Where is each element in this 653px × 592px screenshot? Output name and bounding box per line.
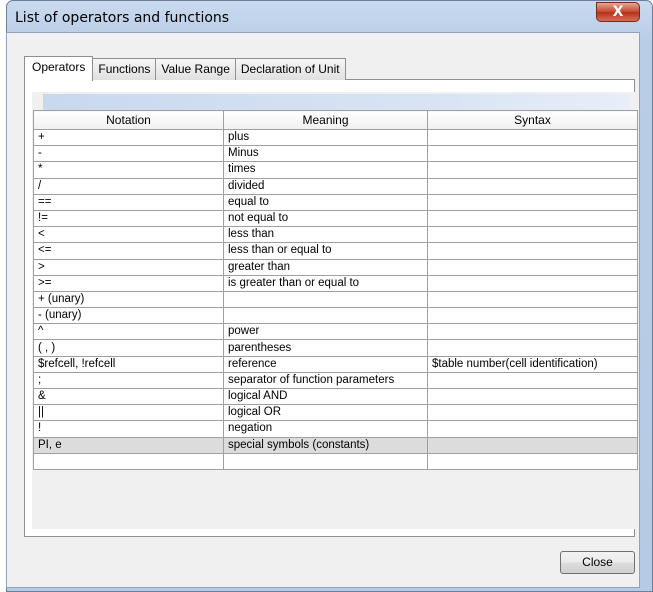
cell-syntax — [427, 387, 638, 406]
tab-declaration-of-unit[interactable]: Declaration of Unit — [234, 58, 346, 80]
cell-meaning: parentheses — [223, 339, 428, 357]
cell-meaning: times — [223, 161, 428, 179]
cell-notation: <= — [33, 242, 224, 260]
cell-notation: $refcell, !refcell — [33, 355, 224, 373]
window-title: List of operators and functions — [15, 10, 230, 26]
cell-syntax — [427, 145, 638, 163]
cell-notation: || — [33, 404, 224, 422]
cell-notation: + (unary) — [33, 290, 224, 309]
column-header-syntax[interactable]: Syntax — [427, 110, 638, 130]
column-header-meaning[interactable]: Meaning — [223, 110, 428, 130]
table-row[interactable]: - (unary) — [33, 307, 638, 325]
table-row[interactable]: + (unary) — [33, 290, 638, 309]
cell-meaning: logical AND — [223, 387, 428, 406]
table-row[interactable]: != not equal to — [33, 209, 638, 228]
cell-syntax: $table number(cell identification) — [427, 355, 638, 373]
close-window-button[interactable]: X — [596, 2, 640, 22]
cell-notation: != — [33, 209, 224, 228]
cell-syntax — [427, 290, 638, 309]
table-row[interactable]: == equal to — [33, 193, 638, 211]
cell-syntax — [427, 436, 638, 454]
table-header-row: Notation Meaning Syntax — [33, 110, 638, 130]
cell-syntax — [427, 161, 638, 179]
table-row[interactable]: || logical OR — [33, 404, 638, 422]
cell-syntax — [427, 128, 638, 147]
cell-meaning: less than or equal to — [223, 242, 428, 260]
cell-syntax — [427, 193, 638, 211]
table-row[interactable]: / divided — [33, 177, 638, 195]
cell-meaning: special symbols (constants) — [223, 436, 428, 454]
table-row[interactable]: ( , ) parentheses — [33, 339, 638, 357]
table-row[interactable] — [33, 452, 638, 470]
table-row[interactable]: >= is greater than or equal to — [33, 274, 638, 292]
cell-notation: == — [33, 193, 224, 211]
cell-syntax — [427, 339, 638, 357]
cell-meaning: separator of function parameters — [223, 371, 428, 390]
cell-syntax — [427, 371, 638, 390]
cell-meaning: logical OR — [223, 404, 428, 422]
cell-meaning: Minus — [223, 145, 428, 163]
cell-syntax — [427, 177, 638, 195]
table-row[interactable]: - Minus — [33, 145, 638, 163]
grid-header-band — [43, 94, 629, 110]
column-header-notation[interactable]: Notation — [33, 110, 224, 130]
cell-notation: * — [33, 161, 224, 179]
cell-syntax — [427, 226, 638, 244]
cell-notation: + — [33, 128, 224, 147]
tab-value-range[interactable]: Value Range — [155, 58, 236, 80]
cell-notation: >= — [33, 274, 224, 292]
cell-syntax — [427, 307, 638, 325]
table-row[interactable]: ^ power — [33, 323, 638, 341]
cell-meaning: power — [223, 323, 428, 341]
cell-meaning: not equal to — [223, 209, 428, 228]
cell-syntax — [427, 452, 638, 470]
cell-meaning — [223, 307, 428, 325]
cell-meaning: is greater than or equal to — [223, 274, 428, 292]
cell-meaning: plus — [223, 128, 428, 147]
cell-notation: ( , ) — [33, 339, 224, 357]
tab-operators[interactable]: Operators — [24, 56, 94, 81]
cell-syntax — [427, 404, 638, 422]
cell-syntax — [427, 258, 638, 276]
cell-notation: < — [33, 226, 224, 244]
table-body: + plus - Minus * times / divided == equal to != not… — [33, 128, 638, 470]
table-row[interactable]: > greater than — [33, 258, 638, 276]
cell-meaning: less than — [223, 226, 428, 244]
cell-notation: > — [33, 258, 224, 276]
cell-meaning: reference — [223, 355, 428, 373]
cell-notation: ! — [33, 420, 224, 438]
cell-notation: ; — [33, 371, 224, 390]
operators-table: Notation Meaning Syntax + plus - Minus * time… — [33, 110, 638, 470]
table-row[interactable]: ! negation — [33, 420, 638, 438]
cell-syntax — [427, 209, 638, 228]
table-row[interactable]: + plus — [33, 128, 638, 147]
cell-syntax — [427, 274, 638, 292]
table-row[interactable]: < less than — [33, 226, 638, 244]
tab-functions[interactable]: Functions — [92, 58, 157, 80]
cell-notation — [33, 452, 224, 470]
cell-notation: - — [33, 145, 224, 163]
table-row[interactable]: PI, e special symbols (constants) — [33, 436, 638, 454]
cell-notation: / — [33, 177, 224, 195]
cell-notation: PI, e — [33, 436, 224, 454]
cell-meaning: greater than — [223, 258, 428, 276]
table-row[interactable]: $refcell, !refcell reference $table number… — [33, 355, 638, 373]
cell-notation: & — [33, 387, 224, 406]
cell-syntax — [427, 242, 638, 260]
cell-meaning — [223, 452, 428, 470]
tab-strip: Operators Functions Value Range Declarat… — [24, 56, 346, 81]
table-row[interactable]: * times — [33, 161, 638, 179]
table-row[interactable]: <= less than or equal to — [33, 242, 638, 260]
cell-meaning: equal to — [223, 193, 428, 211]
cell-notation: - (unary) — [33, 307, 224, 325]
cell-meaning: negation — [223, 420, 428, 438]
table-row[interactable]: & logical AND — [33, 387, 638, 406]
close-button[interactable]: Close — [560, 551, 635, 574]
cell-notation: ^ — [33, 323, 224, 341]
cell-syntax — [427, 420, 638, 438]
cell-meaning: divided — [223, 177, 428, 195]
cell-syntax — [427, 323, 638, 341]
table-row[interactable]: ; separator of function parameters — [33, 371, 638, 390]
cell-meaning — [223, 290, 428, 309]
